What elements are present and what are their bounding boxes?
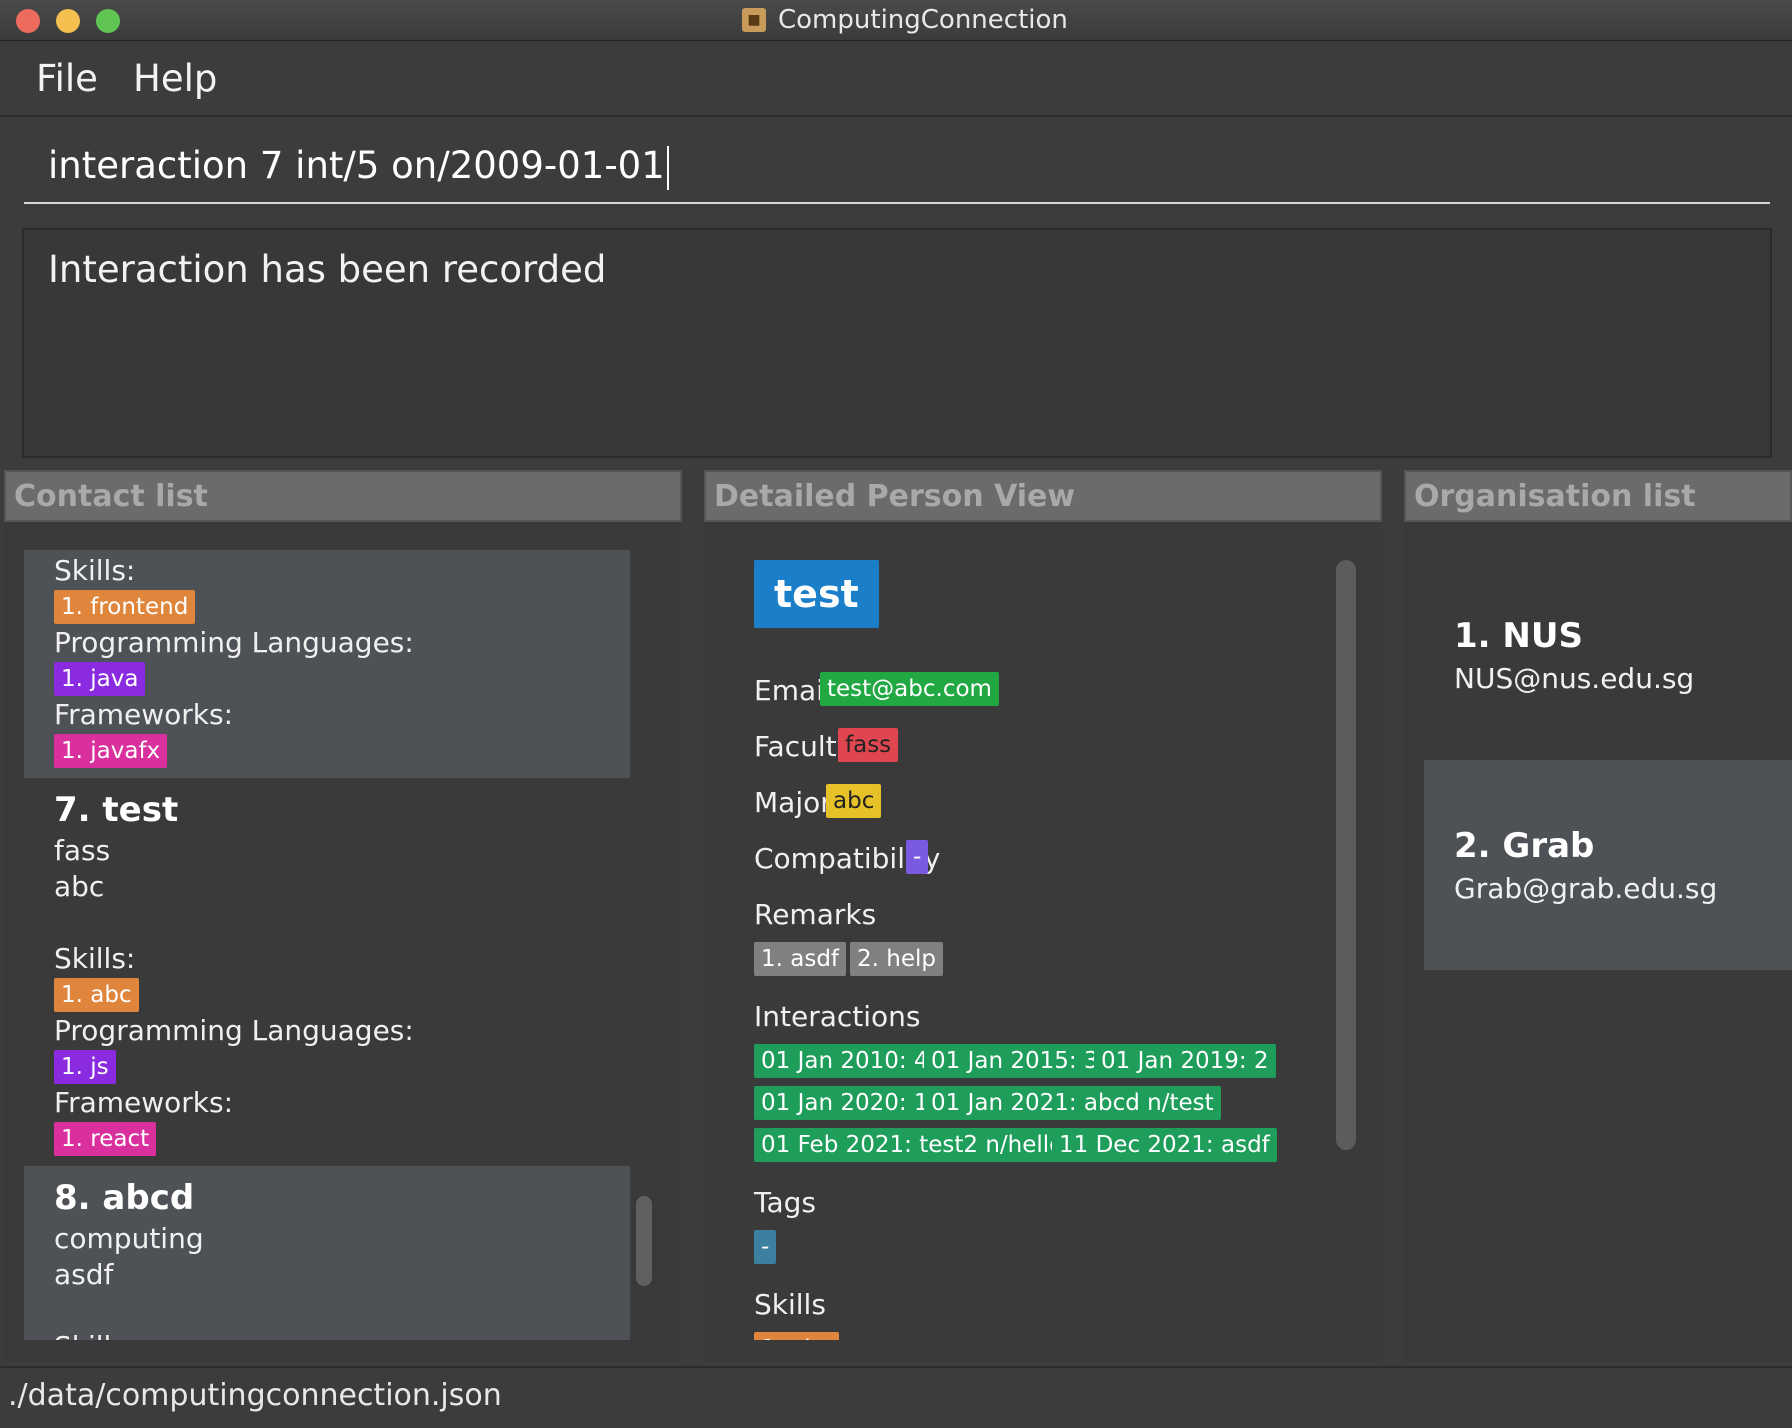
compatibility-chip: - (906, 840, 929, 874)
languages-label: Programming Languages: (54, 1014, 414, 1047)
organisation-email: Grab@grab.edu.sg (1454, 872, 1718, 905)
skill-chip: 1. abc (754, 1332, 839, 1340)
interaction-chip: 01 Jan 2021: abcd n/test (924, 1086, 1221, 1120)
contact-major: abc (54, 870, 105, 903)
contact-card[interactable]: 8. abcd computing asdf Skills: (24, 1166, 630, 1340)
frameworks-label: Frameworks: (54, 1086, 234, 1119)
person-name-badge: test (754, 560, 879, 628)
skills-label: Skills: (54, 942, 136, 975)
contact-name: 8. abcd (54, 1178, 195, 1218)
contact-list[interactable]: Skills: 1. frontend Programming Language… (24, 550, 630, 1340)
interactions-label: Interactions (754, 1000, 921, 1033)
skills-label: Skills: (54, 554, 136, 587)
contact-major: asdf (54, 1258, 114, 1291)
detail-view-scrollbar[interactable] (1336, 560, 1356, 1150)
frameworks-label: Frameworks: (54, 698, 234, 731)
skill-chip: 1. abc (54, 978, 139, 1012)
skill-chip: 1. frontend (54, 590, 196, 624)
remark-chip: 1. asdf (754, 942, 847, 976)
organisation-name: 1. NUS (1454, 616, 1583, 656)
command-input[interactable]: interaction 7 int/5 on/2009-01-01 (24, 138, 1770, 204)
email-chip: test@abc.com (820, 672, 999, 706)
faculty-chip: fass (838, 728, 899, 762)
contact-card[interactable]: Skills: 1. frontend Programming Language… (24, 550, 630, 778)
result-message: Interaction has been recorded (48, 248, 607, 291)
remark-chip: 2. help (850, 942, 943, 976)
close-window-button[interactable] (16, 9, 40, 33)
minimize-window-button[interactable] (56, 9, 80, 33)
organisation-list-panel: Organisation list 1. NUS NUS@nus.edu.sg … (1404, 470, 1792, 1362)
interaction-chip: 01 Jan 2019: 2 (1094, 1044, 1276, 1078)
language-chip: 1. java (54, 662, 146, 696)
interaction-chip: 11 Dec 2021: asdf (1052, 1128, 1277, 1162)
contact-card[interactable]: 7. test fass abc Skills: 1. abc Programm… (24, 778, 630, 1166)
menu-bar: File Help (0, 41, 1792, 117)
menu-file[interactable]: File (36, 57, 98, 100)
zoom-window-button[interactable] (96, 9, 120, 33)
framework-chip: 1. javafx (54, 734, 168, 768)
contact-list-panel: Contact list Skills: 1. frontend Program… (4, 470, 682, 1362)
detail-view: test Email: test@abc.com Faculty: fass M… (724, 550, 1330, 1340)
data-file-path: ./data/computingconnection.json (8, 1378, 502, 1413)
languages-label: Programming Languages: (54, 626, 414, 659)
contact-list-scrollbar[interactable] (636, 1196, 652, 1286)
interaction-chip: 01 Jan 2015: 3 (924, 1044, 1106, 1078)
window-title: ComputingConnection (778, 5, 1068, 35)
interaction-chip: 01 Jan 2020: 1 (754, 1086, 936, 1120)
detail-header: Detailed Person View (704, 470, 1382, 522)
app-icon: ■ (742, 8, 766, 32)
interaction-chip: 01 Jan 2010: 4 (754, 1044, 936, 1078)
organisation-list-header: Organisation list (1404, 470, 1792, 522)
menu-help[interactable]: Help (133, 57, 217, 100)
remarks-label: Remarks (754, 898, 877, 931)
status-bar: ./data/computingconnection.json (0, 1366, 1792, 1428)
organisation-card[interactable]: 1. NUS NUS@nus.edu.sg (1424, 550, 1792, 760)
contact-faculty: computing (54, 1222, 204, 1255)
result-display: Interaction has been recorded (22, 228, 1772, 458)
contact-faculty: fass (54, 834, 111, 867)
contact-list-header: Contact list (4, 470, 682, 522)
interaction-chip: 01 Feb 2021: test2 n/hello (754, 1128, 1071, 1162)
window-titlebar: ■ ComputingConnection (0, 0, 1792, 41)
contact-name: 7. test (54, 790, 179, 830)
text-caret (666, 145, 669, 190)
framework-chip: 1. react (54, 1122, 157, 1156)
detail-panel: Detailed Person View test Email: test@ab… (704, 470, 1382, 1362)
language-chip: 1. js (54, 1050, 116, 1084)
tags-label: Tags (754, 1186, 816, 1219)
major-chip: abc (826, 784, 882, 818)
tag-chip: - (754, 1230, 777, 1264)
organisation-card[interactable]: 2. Grab Grab@grab.edu.sg (1424, 760, 1792, 970)
skills-label: Skills: (54, 1330, 135, 1340)
command-input-value: interaction 7 int/5 on/2009-01-01 (48, 144, 665, 187)
organisation-name: 2. Grab (1454, 826, 1595, 866)
skills-label: Skills (754, 1288, 826, 1321)
organisation-email: NUS@nus.edu.sg (1454, 662, 1695, 695)
